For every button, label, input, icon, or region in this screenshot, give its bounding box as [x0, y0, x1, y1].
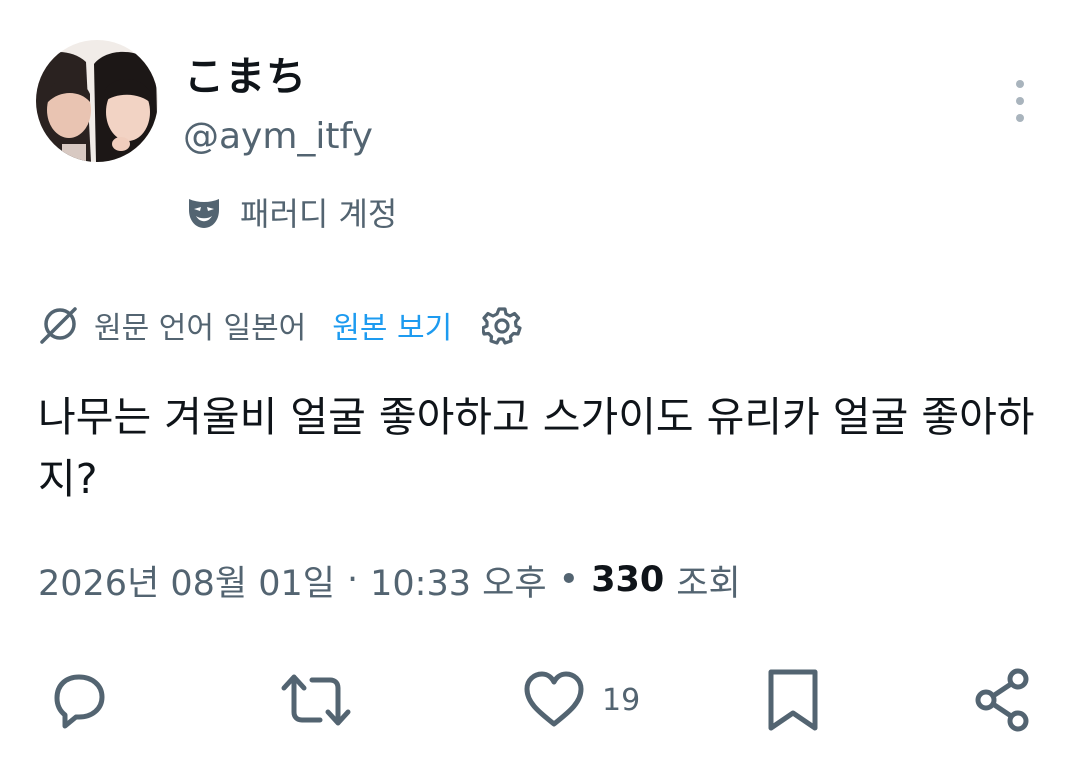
show-original-link[interactable]: 원본 보기: [332, 303, 452, 347]
user-handle[interactable]: @aym_itfy: [183, 116, 373, 157]
tweet-text: 나무는 겨울비 얼굴 좋아하고 스가이도 유리카 얼굴 좋아하지?: [38, 393, 1035, 503]
share-icon: [975, 668, 1029, 732]
source-language-label: 원문 언어 일본어: [94, 311, 307, 346]
mask-icon: [189, 199, 219, 228]
tweet-time[interactable]: 10:33 오후: [370, 555, 546, 606]
views-separator: •: [558, 560, 580, 600]
parody-account-badge[interactable]: 패러디 계정: [186, 190, 397, 234]
more-options-button[interactable]: [1004, 80, 1036, 122]
retweet-icon: [281, 674, 351, 726]
parody-label: 패러디 계정: [240, 195, 398, 233]
share-button[interactable]: [970, 660, 1038, 740]
like-button[interactable]: 19: [520, 660, 640, 740]
tweet-meta: 2026년 08월 01일 · 10:33 오후 • 330 조회: [38, 555, 741, 605]
heart-icon: [524, 671, 584, 727]
bookmark-icon: [768, 669, 818, 731]
more-dot-icon: [1016, 97, 1024, 105]
reply-button[interactable]: [45, 660, 113, 740]
like-count: 19: [602, 682, 641, 718]
translate-icon: [40, 307, 77, 344]
views-label: 조회: [676, 563, 741, 604]
translation-bar: 원문 언어 일본어 원본 보기: [38, 303, 522, 347]
more-dot-icon: [1016, 114, 1024, 122]
gear-icon: [482, 307, 522, 345]
display-name[interactable]: こまち: [184, 44, 307, 102]
bookmark-button[interactable]: [763, 660, 823, 740]
avatar[interactable]: [36, 40, 158, 162]
retweet-button[interactable]: [278, 660, 354, 740]
translation-settings-button[interactable]: [482, 305, 522, 345]
tweet-actions: 19: [0, 660, 1080, 740]
views-count: 330: [591, 560, 665, 600]
meta-separator: ·: [347, 560, 359, 600]
tweet-date[interactable]: 2026년 08월 01일: [38, 555, 335, 606]
avatar-photo: [36, 40, 158, 162]
more-dot-icon: [1016, 80, 1024, 88]
reply-icon: [54, 674, 105, 729]
